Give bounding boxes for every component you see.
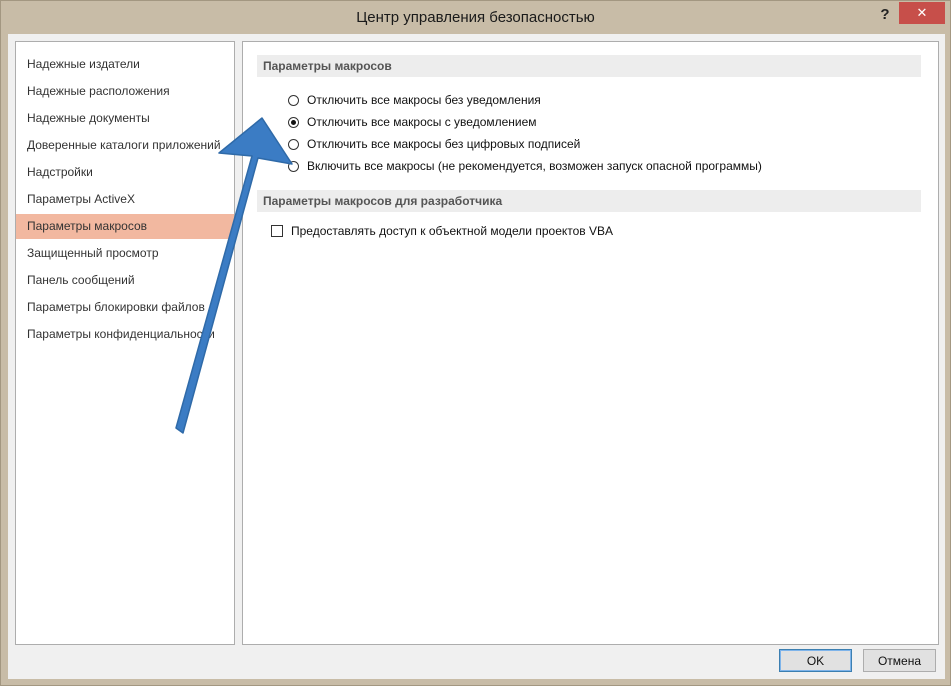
window-title: Центр управления безопасностью	[356, 9, 595, 26]
sidebar-item-trusted-publishers[interactable]: Надежные издатели	[16, 52, 234, 77]
sidebar-item-protected-view[interactable]: Защищенный просмотр	[16, 241, 234, 266]
radio-label: Отключить все макросы без цифровых подпи…	[307, 137, 581, 151]
help-button[interactable]: ?	[873, 6, 897, 24]
sidebar-item-file-block[interactable]: Параметры блокировки файлов	[16, 295, 234, 320]
sidebar-item-trusted-app-catalogs[interactable]: Доверенные каталоги приложений	[16, 133, 234, 158]
ok-button[interactable]: OK	[779, 649, 852, 672]
sidebar-item-activex[interactable]: Параметры ActiveX	[16, 187, 234, 212]
trust-center-window: Центр управления безопасностью ? ✕ Надеж…	[0, 0, 951, 686]
radio-button[interactable]	[288, 160, 299, 172]
title-bar[interactable]: Центр управления безопасностью ? ✕	[1, 1, 950, 35]
vba-access-option[interactable]: Предоставлять доступ к объектной модели …	[271, 222, 613, 240]
sidebar-item-macro-settings[interactable]: Параметры макросов	[16, 214, 234, 239]
sidebar-item-trusted-locations[interactable]: Надежные расположения	[16, 79, 234, 104]
radio-button[interactable]	[288, 138, 299, 150]
settings-panel: Параметры макросов Отключить все макросы…	[242, 41, 939, 645]
sidebar-nav: Надежные издатели Надежные расположения …	[15, 41, 235, 645]
radio-label: Включить все макросы (не рекомендуется, …	[307, 159, 762, 173]
close-icon: ✕	[916, 5, 928, 20]
radio-disable-all-no-notify[interactable]: Отключить все макросы без уведомления	[288, 91, 541, 109]
radio-button[interactable]	[288, 94, 299, 106]
sidebar-item-trusted-documents[interactable]: Надежные документы	[16, 106, 234, 131]
radio-enable-all[interactable]: Включить все макросы (не рекомендуется, …	[288, 157, 762, 175]
radio-label: Отключить все макросы с уведомлением	[307, 115, 537, 129]
sidebar-item-message-bar[interactable]: Панель сообщений	[16, 268, 234, 293]
close-button[interactable]: ✕	[899, 2, 945, 24]
radio-disable-all-with-notify[interactable]: Отключить все макросы с уведомлением	[288, 113, 537, 131]
radio-button-selected[interactable]	[288, 116, 299, 128]
dialog-client-area: Надежные издатели Надежные расположения …	[8, 34, 945, 679]
radio-disable-unsigned[interactable]: Отключить все макросы без цифровых подпи…	[288, 135, 580, 153]
developer-settings-header: Параметры макросов для разработчика	[257, 190, 921, 212]
vba-access-label: Предоставлять доступ к объектной модели …	[291, 224, 614, 238]
vba-access-checkbox[interactable]	[271, 225, 283, 237]
cancel-button[interactable]: Отмена	[863, 649, 936, 672]
sidebar-item-privacy[interactable]: Параметры конфиденциальности	[16, 322, 234, 347]
sidebar-item-addins[interactable]: Надстройки	[16, 160, 234, 185]
macro-settings-header: Параметры макросов	[257, 55, 921, 77]
radio-label: Отключить все макросы без уведомления	[307, 93, 541, 107]
